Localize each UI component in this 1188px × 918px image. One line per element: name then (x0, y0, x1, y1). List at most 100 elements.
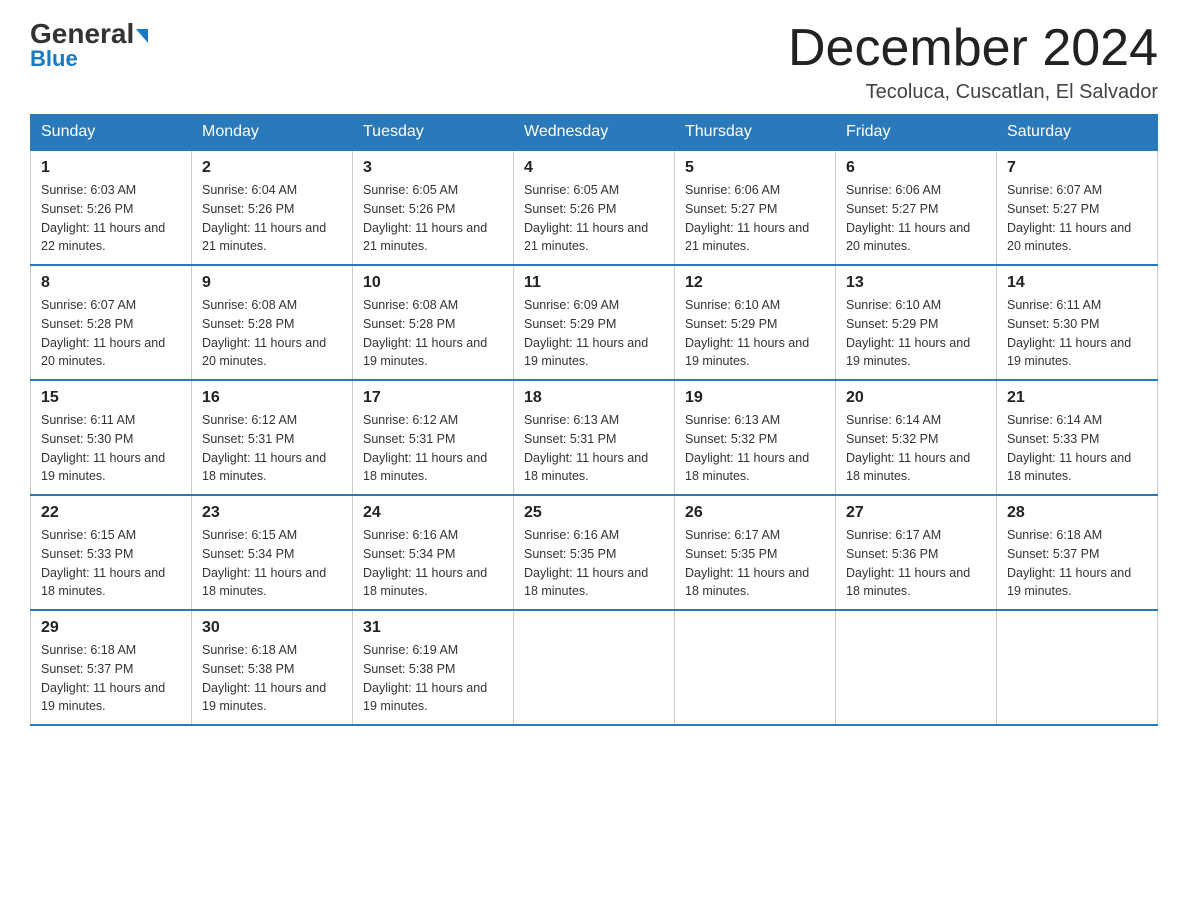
day-number: 10 (363, 274, 503, 292)
day-info: Sunrise: 6:14 AM Sunset: 5:32 PM Dayligh… (846, 411, 986, 486)
day-number: 1 (41, 159, 181, 177)
table-row: 31 Sunrise: 6:19 AM Sunset: 5:38 PM Dayl… (353, 610, 514, 725)
day-info: Sunrise: 6:19 AM Sunset: 5:38 PM Dayligh… (363, 641, 503, 716)
table-row: 22 Sunrise: 6:15 AM Sunset: 5:33 PM Dayl… (31, 495, 192, 610)
day-info: Sunrise: 6:06 AM Sunset: 5:27 PM Dayligh… (846, 181, 986, 256)
day-number: 14 (1007, 274, 1147, 292)
table-row: 5 Sunrise: 6:06 AM Sunset: 5:27 PM Dayli… (675, 150, 836, 265)
day-info: Sunrise: 6:03 AM Sunset: 5:26 PM Dayligh… (41, 181, 181, 256)
day-info: Sunrise: 6:04 AM Sunset: 5:26 PM Dayligh… (202, 181, 342, 256)
table-row: 17 Sunrise: 6:12 AM Sunset: 5:31 PM Dayl… (353, 380, 514, 495)
col-thursday: Thursday (675, 115, 836, 151)
day-info: Sunrise: 6:12 AM Sunset: 5:31 PM Dayligh… (202, 411, 342, 486)
day-number: 13 (846, 274, 986, 292)
table-row: 11 Sunrise: 6:09 AM Sunset: 5:29 PM Dayl… (514, 265, 675, 380)
table-row: 23 Sunrise: 6:15 AM Sunset: 5:34 PM Dayl… (192, 495, 353, 610)
day-number: 22 (41, 504, 181, 522)
table-row: 28 Sunrise: 6:18 AM Sunset: 5:37 PM Dayl… (997, 495, 1158, 610)
day-number: 12 (685, 274, 825, 292)
day-info: Sunrise: 6:10 AM Sunset: 5:29 PM Dayligh… (685, 296, 825, 371)
day-info: Sunrise: 6:11 AM Sunset: 5:30 PM Dayligh… (1007, 296, 1147, 371)
logo-general-text: General (30, 20, 148, 48)
day-number: 19 (685, 389, 825, 407)
day-number: 30 (202, 619, 342, 637)
day-info: Sunrise: 6:13 AM Sunset: 5:31 PM Dayligh… (524, 411, 664, 486)
calendar-table: Sunday Monday Tuesday Wednesday Thursday… (30, 114, 1158, 726)
day-info: Sunrise: 6:07 AM Sunset: 5:28 PM Dayligh… (41, 296, 181, 371)
table-row: 26 Sunrise: 6:17 AM Sunset: 5:35 PM Dayl… (675, 495, 836, 610)
day-number: 8 (41, 274, 181, 292)
table-row: 15 Sunrise: 6:11 AM Sunset: 5:30 PM Dayl… (31, 380, 192, 495)
calendar-week-row: 22 Sunrise: 6:15 AM Sunset: 5:33 PM Dayl… (31, 495, 1158, 610)
day-info: Sunrise: 6:15 AM Sunset: 5:34 PM Dayligh… (202, 526, 342, 601)
table-row: 19 Sunrise: 6:13 AM Sunset: 5:32 PM Dayl… (675, 380, 836, 495)
day-number: 26 (685, 504, 825, 522)
day-number: 2 (202, 159, 342, 177)
calendar-week-row: 1 Sunrise: 6:03 AM Sunset: 5:26 PM Dayli… (31, 150, 1158, 265)
day-number: 9 (202, 274, 342, 292)
logo-blue-text: Blue (30, 46, 78, 72)
table-row (836, 610, 997, 725)
day-info: Sunrise: 6:15 AM Sunset: 5:33 PM Dayligh… (41, 526, 181, 601)
day-info: Sunrise: 6:09 AM Sunset: 5:29 PM Dayligh… (524, 296, 664, 371)
day-number: 17 (363, 389, 503, 407)
logo: General Blue (30, 20, 148, 72)
table-row: 18 Sunrise: 6:13 AM Sunset: 5:31 PM Dayl… (514, 380, 675, 495)
calendar-week-row: 15 Sunrise: 6:11 AM Sunset: 5:30 PM Dayl… (31, 380, 1158, 495)
day-info: Sunrise: 6:06 AM Sunset: 5:27 PM Dayligh… (685, 181, 825, 256)
col-sunday: Sunday (31, 115, 192, 151)
table-row: 3 Sunrise: 6:05 AM Sunset: 5:26 PM Dayli… (353, 150, 514, 265)
table-row: 14 Sunrise: 6:11 AM Sunset: 5:30 PM Dayl… (997, 265, 1158, 380)
table-row: 2 Sunrise: 6:04 AM Sunset: 5:26 PM Dayli… (192, 150, 353, 265)
day-number: 25 (524, 504, 664, 522)
day-number: 16 (202, 389, 342, 407)
day-number: 7 (1007, 159, 1147, 177)
calendar-week-row: 8 Sunrise: 6:07 AM Sunset: 5:28 PM Dayli… (31, 265, 1158, 380)
table-row: 6 Sunrise: 6:06 AM Sunset: 5:27 PM Dayli… (836, 150, 997, 265)
title-section: December 2024 Tecoluca, Cuscatlan, El Sa… (788, 20, 1158, 104)
page-header: General Blue December 2024 Tecoluca, Cus… (30, 20, 1158, 104)
col-tuesday: Tuesday (353, 115, 514, 151)
day-number: 11 (524, 274, 664, 292)
col-friday: Friday (836, 115, 997, 151)
day-info: Sunrise: 6:10 AM Sunset: 5:29 PM Dayligh… (846, 296, 986, 371)
calendar-week-row: 29 Sunrise: 6:18 AM Sunset: 5:37 PM Dayl… (31, 610, 1158, 725)
table-row: 27 Sunrise: 6:17 AM Sunset: 5:36 PM Dayl… (836, 495, 997, 610)
day-info: Sunrise: 6:05 AM Sunset: 5:26 PM Dayligh… (524, 181, 664, 256)
table-row: 8 Sunrise: 6:07 AM Sunset: 5:28 PM Dayli… (31, 265, 192, 380)
table-row (514, 610, 675, 725)
day-number: 21 (1007, 389, 1147, 407)
day-info: Sunrise: 6:16 AM Sunset: 5:34 PM Dayligh… (363, 526, 503, 601)
day-number: 18 (524, 389, 664, 407)
table-row: 10 Sunrise: 6:08 AM Sunset: 5:28 PM Dayl… (353, 265, 514, 380)
col-wednesday: Wednesday (514, 115, 675, 151)
table-row: 12 Sunrise: 6:10 AM Sunset: 5:29 PM Dayl… (675, 265, 836, 380)
day-number: 31 (363, 619, 503, 637)
day-info: Sunrise: 6:16 AM Sunset: 5:35 PM Dayligh… (524, 526, 664, 601)
day-number: 6 (846, 159, 986, 177)
col-saturday: Saturday (997, 115, 1158, 151)
day-info: Sunrise: 6:14 AM Sunset: 5:33 PM Dayligh… (1007, 411, 1147, 486)
table-row: 25 Sunrise: 6:16 AM Sunset: 5:35 PM Dayl… (514, 495, 675, 610)
day-number: 23 (202, 504, 342, 522)
logo-arrow-icon (136, 29, 148, 43)
day-number: 15 (41, 389, 181, 407)
day-info: Sunrise: 6:17 AM Sunset: 5:35 PM Dayligh… (685, 526, 825, 601)
day-info: Sunrise: 6:18 AM Sunset: 5:38 PM Dayligh… (202, 641, 342, 716)
location-text: Tecoluca, Cuscatlan, El Salvador (788, 81, 1158, 104)
day-info: Sunrise: 6:12 AM Sunset: 5:31 PM Dayligh… (363, 411, 503, 486)
table-row: 30 Sunrise: 6:18 AM Sunset: 5:38 PM Dayl… (192, 610, 353, 725)
day-number: 24 (363, 504, 503, 522)
day-number: 3 (363, 159, 503, 177)
day-number: 27 (846, 504, 986, 522)
month-title: December 2024 (788, 20, 1158, 77)
table-row: 21 Sunrise: 6:14 AM Sunset: 5:33 PM Dayl… (997, 380, 1158, 495)
day-info: Sunrise: 6:08 AM Sunset: 5:28 PM Dayligh… (363, 296, 503, 371)
day-info: Sunrise: 6:18 AM Sunset: 5:37 PM Dayligh… (1007, 526, 1147, 601)
table-row: 16 Sunrise: 6:12 AM Sunset: 5:31 PM Dayl… (192, 380, 353, 495)
day-info: Sunrise: 6:13 AM Sunset: 5:32 PM Dayligh… (685, 411, 825, 486)
day-number: 29 (41, 619, 181, 637)
day-info: Sunrise: 6:05 AM Sunset: 5:26 PM Dayligh… (363, 181, 503, 256)
calendar-header-row: Sunday Monday Tuesday Wednesday Thursday… (31, 115, 1158, 151)
table-row: 29 Sunrise: 6:18 AM Sunset: 5:37 PM Dayl… (31, 610, 192, 725)
